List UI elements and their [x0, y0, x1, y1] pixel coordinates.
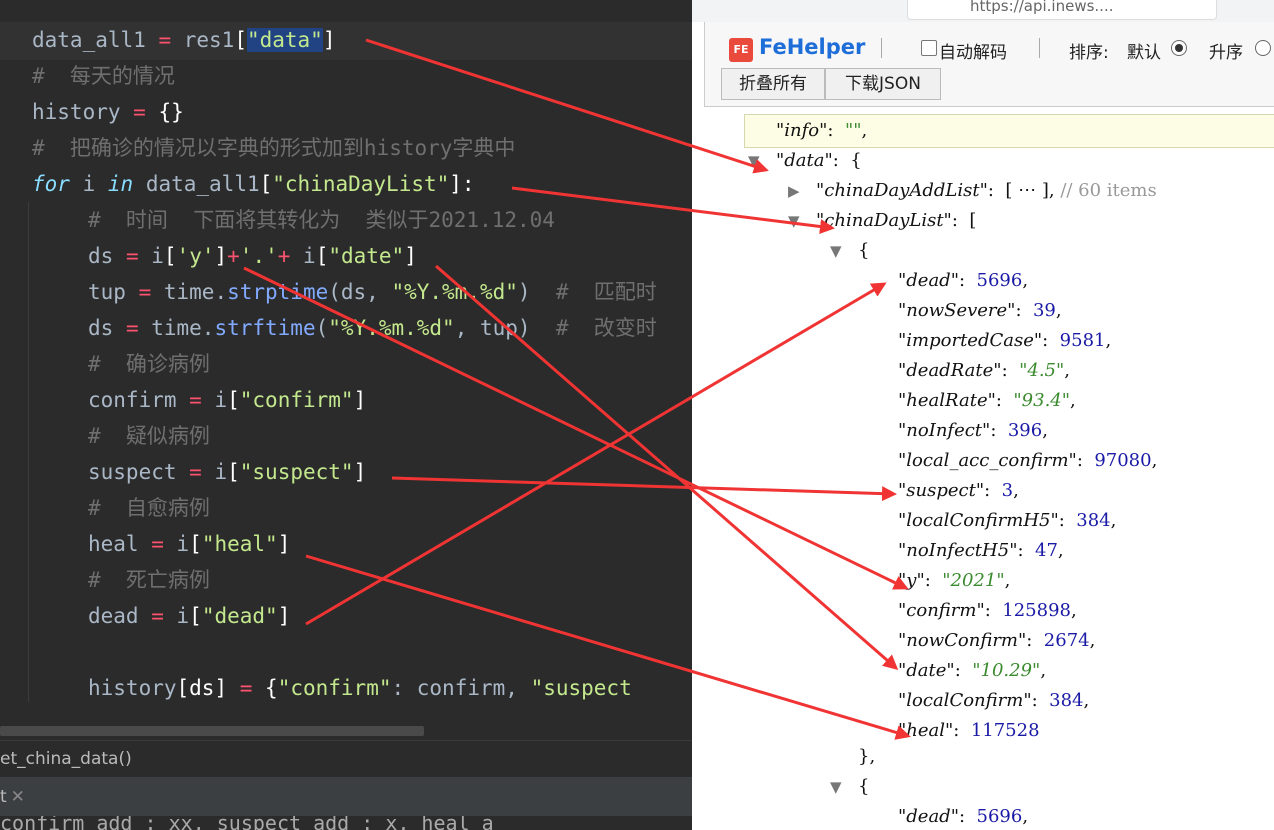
annotation-arrow [305, 554, 911, 740]
annotation-arrows [243, 38, 911, 740]
annotation-arrow [365, 38, 769, 174]
annotation-arrow [243, 266, 909, 590]
annotation-arrow [511, 186, 835, 234]
annotation-arrow [435, 264, 899, 670]
annotation-arrow [391, 476, 897, 502]
annotation-arrow [305, 282, 887, 626]
